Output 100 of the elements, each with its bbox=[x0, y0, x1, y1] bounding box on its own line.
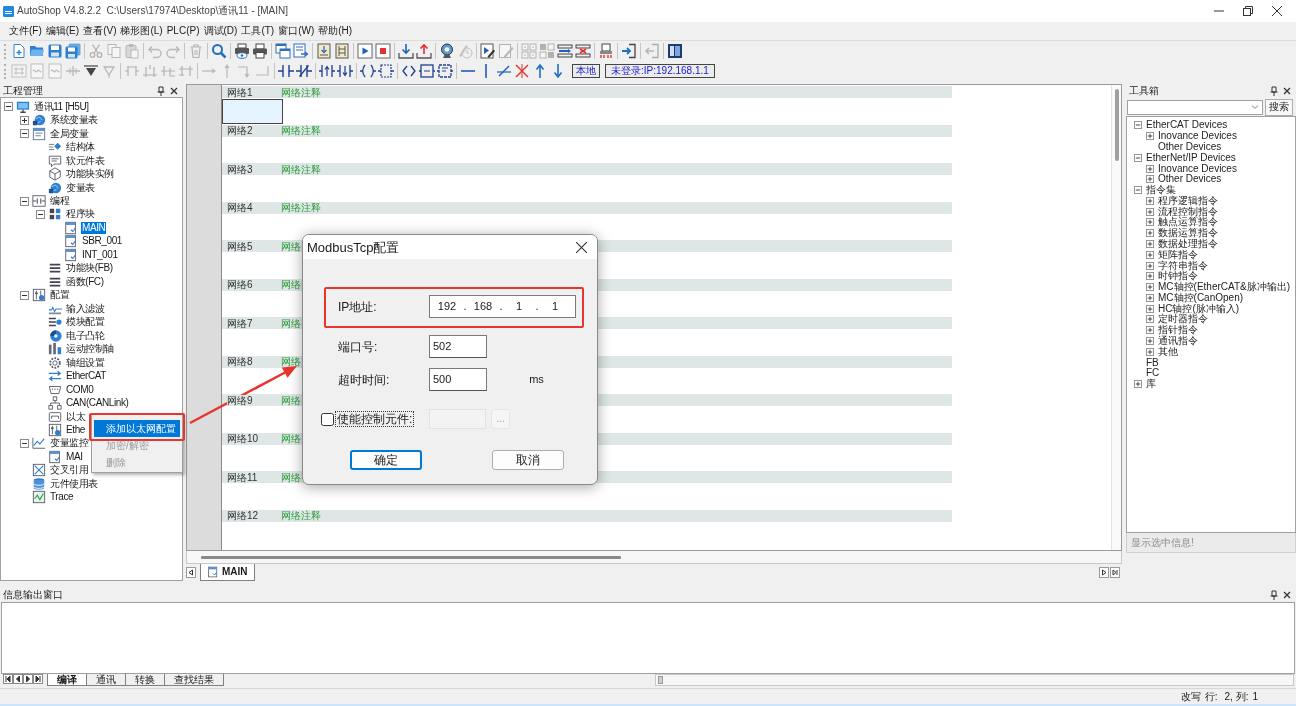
tree-item[interactable]: COM0 bbox=[65, 383, 95, 396]
tree-item[interactable]: 功能块实例 bbox=[65, 168, 115, 181]
tree-item[interactable]: 变量监控 bbox=[49, 437, 90, 450]
tree-item[interactable]: 编程 bbox=[49, 195, 71, 207]
tree-item[interactable]: 定时器指令 bbox=[1158, 314, 1208, 325]
collapse-icon[interactable] bbox=[20, 290, 29, 300]
tree-item[interactable]: 输入滤波 bbox=[65, 302, 106, 315]
dashed-box-icon[interactable] bbox=[378, 63, 394, 79]
tree-item[interactable]: 程序逻辑指令 bbox=[1158, 195, 1218, 206]
tree-item[interactable]: 指针指令 bbox=[1158, 325, 1198, 336]
windows-icon[interactable] bbox=[275, 43, 291, 59]
tree-item[interactable]: INT_001 bbox=[81, 248, 119, 261]
search-button[interactable]: 搜索 bbox=[1265, 98, 1293, 116]
tree-item[interactable]: 结构体 bbox=[65, 141, 96, 154]
horizontal-scrollbar[interactable] bbox=[186, 551, 1122, 564]
tree-item[interactable]: 库 bbox=[1146, 379, 1156, 390]
expand-icon[interactable] bbox=[20, 115, 29, 125]
new-file-icon[interactable] bbox=[11, 43, 27, 59]
tree-item[interactable]: FB bbox=[1146, 357, 1159, 368]
next-icon[interactable] bbox=[23, 674, 33, 684]
dialog-button[interactable]: 取消 bbox=[492, 450, 564, 470]
book-icon[interactable] bbox=[667, 43, 683, 59]
first-page-icon[interactable] bbox=[3, 674, 13, 684]
rows-insert-icon[interactable] bbox=[557, 43, 573, 59]
scrollbar-thumb[interactable] bbox=[1114, 89, 1119, 161]
pin-icon[interactable] bbox=[157, 85, 165, 96]
search-combobox[interactable] bbox=[1127, 99, 1263, 115]
close-icon[interactable] bbox=[1283, 87, 1291, 95]
tree-item[interactable]: 数据运算指令 bbox=[1158, 228, 1218, 239]
tree-item[interactable]: 流程控制指令 bbox=[1158, 206, 1218, 217]
tree-item[interactable]: 通讯指令 bbox=[1158, 336, 1198, 346]
tree-item[interactable]: 运动控制轴 bbox=[65, 343, 115, 356]
sign-in-icon[interactable] bbox=[621, 43, 637, 59]
menu-item[interactable]: 编辑(E) bbox=[44, 25, 81, 37]
last-page-icon[interactable] bbox=[33, 674, 43, 684]
stop-icon[interactable] bbox=[375, 43, 391, 59]
tree-item[interactable]: Inovance Devices bbox=[1158, 131, 1237, 142]
ip-address-field[interactable]: 192 . 168 . 1 . 1 bbox=[429, 295, 576, 318]
scroll-end-icon[interactable] bbox=[1110, 567, 1120, 578]
collapse-icon[interactable] bbox=[20, 196, 29, 206]
contact-icon[interactable] bbox=[278, 63, 294, 79]
scroll-left-icon[interactable] bbox=[186, 567, 196, 578]
tree-item[interactable]: 触点运算指令 bbox=[1158, 217, 1218, 228]
editor-tab[interactable]: MAIN bbox=[200, 564, 255, 581]
tree-item[interactable]: EtherNet/IP Devices bbox=[1146, 152, 1236, 163]
tree-item[interactable]: EtherCAT bbox=[65, 370, 107, 383]
chip-icon[interactable] bbox=[598, 43, 614, 59]
closed-contact-icon[interactable] bbox=[296, 63, 312, 79]
tree-item[interactable]: 其他 bbox=[1158, 346, 1178, 357]
play-pen-icon[interactable] bbox=[480, 43, 496, 59]
login-status-button[interactable]: 未登录:IP:192.168.1.1 bbox=[605, 64, 715, 78]
tree-item[interactable]: 函数(FC) bbox=[65, 275, 105, 288]
tree-item[interactable]: 以太 bbox=[65, 410, 87, 423]
tree-item[interactable]: 字符串指令 bbox=[1158, 260, 1208, 271]
restore-icon[interactable] bbox=[1242, 6, 1253, 16]
tree-item[interactable]: 数据处理指令 bbox=[1158, 239, 1218, 249]
tree-item[interactable]: 时钟指令 bbox=[1158, 271, 1198, 282]
function-box-icon[interactable] bbox=[437, 63, 453, 79]
tree-item[interactable]: HC轴控(脉冲输入) bbox=[1158, 303, 1240, 314]
cross-icon[interactable] bbox=[514, 63, 530, 79]
checkbox[interactable] bbox=[321, 412, 334, 426]
pin-icon[interactable] bbox=[1270, 589, 1278, 600]
collapse-icon[interactable] bbox=[20, 438, 29, 448]
tree-item[interactable]: Other Devices bbox=[1158, 141, 1222, 152]
tree-item[interactable]: FC bbox=[1146, 368, 1160, 379]
scrollbar-thumb[interactable] bbox=[658, 676, 663, 684]
checkbox-label[interactable]: 使能控制元件: bbox=[335, 411, 415, 427]
menu-item[interactable]: 查看(V) bbox=[82, 25, 118, 37]
dialog-button[interactable]: 确定 bbox=[350, 450, 422, 470]
tree-item[interactable]: 矩阵指令 bbox=[1158, 249, 1198, 260]
input-field[interactable]: 500 bbox=[429, 368, 487, 391]
close-icon[interactable] bbox=[1271, 6, 1282, 16]
diagonal-line-icon[interactable] bbox=[496, 63, 512, 79]
collapse-icon[interactable] bbox=[4, 102, 13, 112]
output-tab[interactable]: 查找结果 bbox=[164, 674, 224, 686]
upload-icon[interactable] bbox=[416, 43, 432, 59]
tree-item[interactable]: 系统变量表 bbox=[49, 114, 99, 127]
tree-item[interactable]: 软元件表 bbox=[65, 154, 106, 167]
rows-delete-icon[interactable] bbox=[575, 43, 591, 59]
menu-item[interactable]: PLC(P) bbox=[165, 25, 201, 37]
pin-icon[interactable] bbox=[1270, 86, 1278, 96]
menu-item[interactable]: 工具(T) bbox=[240, 25, 276, 37]
tree-item[interactable]: SBR_001 bbox=[81, 235, 123, 248]
tree-item[interactable]: 功能块(FB) bbox=[65, 262, 114, 275]
tree-item[interactable]: 配置 bbox=[49, 289, 71, 302]
output-tab[interactable]: 转换 bbox=[125, 674, 165, 686]
floppy-disks-icon[interactable] bbox=[65, 43, 81, 59]
webcam-icon[interactable] bbox=[439, 43, 455, 59]
tree-item[interactable]: 变量表 bbox=[65, 181, 96, 194]
previous-icon[interactable] bbox=[13, 674, 23, 684]
download-icon[interactable] bbox=[398, 43, 414, 59]
document-down-icon[interactable] bbox=[316, 43, 332, 59]
close-icon[interactable] bbox=[576, 241, 587, 253]
collapse-icon[interactable] bbox=[20, 129, 29, 139]
falling-edge-contact-icon[interactable] bbox=[337, 63, 353, 79]
tree-item[interactable]: 全局变量 bbox=[49, 127, 90, 140]
printer-preview-icon[interactable] bbox=[234, 43, 250, 59]
horizontal-scrollbar[interactable] bbox=[655, 674, 1294, 686]
scroll-right-icon[interactable] bbox=[1099, 567, 1109, 578]
menu-item[interactable]: 梯形图(L) bbox=[119, 25, 164, 37]
